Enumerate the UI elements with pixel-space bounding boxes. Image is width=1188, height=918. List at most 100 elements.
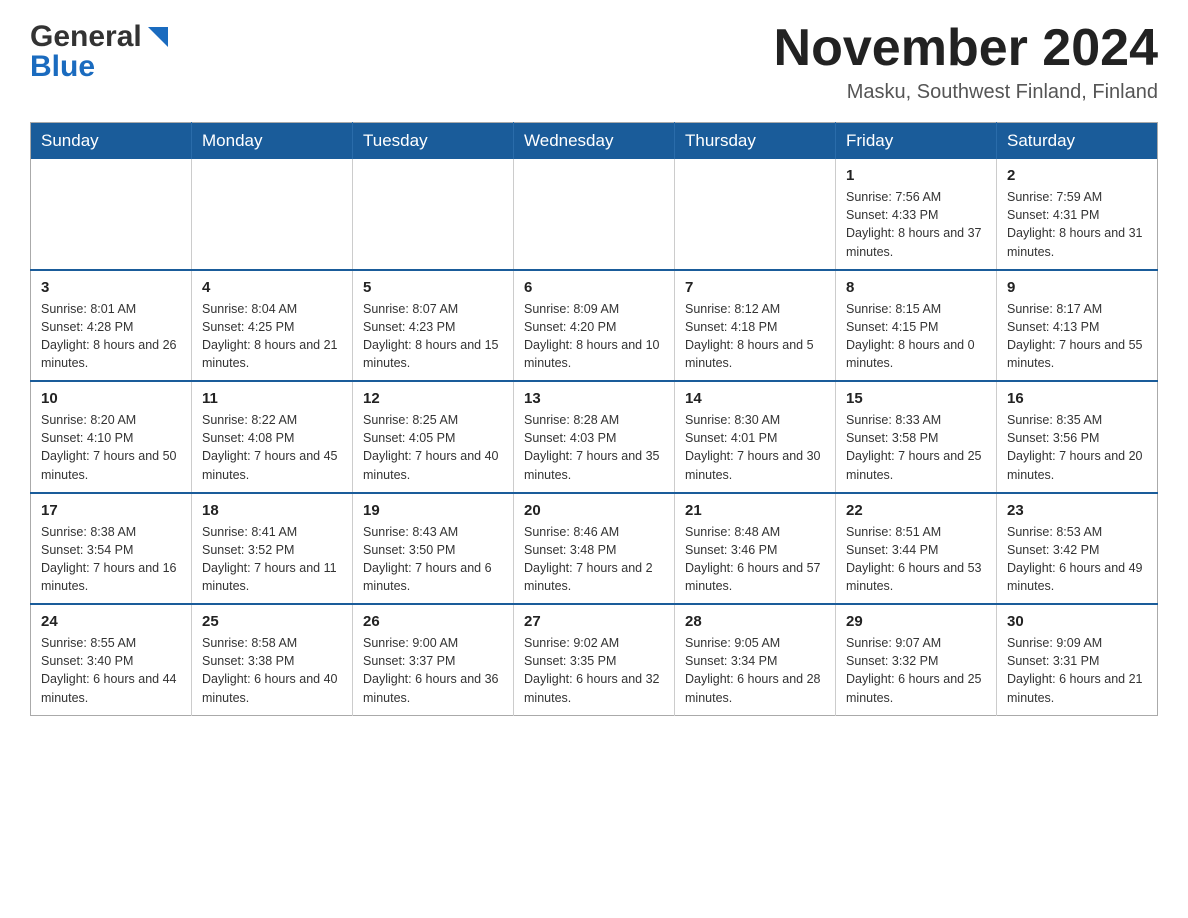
day-info: Sunrise: 9:05 AM Sunset: 3:34 PM Dayligh…: [685, 634, 825, 707]
calendar-cell: 21 Sunrise: 8:48 AM Sunset: 3:46 PM Dayli…: [675, 493, 836, 605]
day-number: 13: [524, 390, 664, 407]
day-number: 27: [524, 613, 664, 630]
month-title: November 2024: [774, 20, 1158, 77]
day-number: 29: [846, 613, 986, 630]
day-number: 4: [202, 279, 342, 296]
calendar-cell: 12 Sunrise: 8:25 AM Sunset: 4:05 PM Dayli…: [353, 381, 514, 493]
logo: General Blue: [30, 20, 172, 84]
calendar-cell: [514, 159, 675, 270]
calendar-table: SundayMondayTuesdayWednesdayThursdayFrid…: [30, 122, 1158, 716]
day-info: Sunrise: 8:20 AM Sunset: 4:10 PM Dayligh…: [41, 411, 181, 484]
calendar-cell: [353, 159, 514, 270]
calendar-week-row: 10 Sunrise: 8:20 AM Sunset: 4:10 PM Dayli…: [31, 381, 1158, 493]
day-info: Sunrise: 8:35 AM Sunset: 3:56 PM Dayligh…: [1007, 411, 1147, 484]
day-info: Sunrise: 8:09 AM Sunset: 4:20 PM Dayligh…: [524, 300, 664, 373]
calendar-cell: 5 Sunrise: 8:07 AM Sunset: 4:23 PM Daylig…: [353, 270, 514, 382]
day-info: Sunrise: 8:04 AM Sunset: 4:25 PM Dayligh…: [202, 300, 342, 373]
day-info: Sunrise: 8:25 AM Sunset: 4:05 PM Dayligh…: [363, 411, 503, 484]
calendar-cell: 25 Sunrise: 8:58 AM Sunset: 3:38 PM Dayli…: [192, 604, 353, 715]
calendar-cell: 3 Sunrise: 8:01 AM Sunset: 4:28 PM Daylig…: [31, 270, 192, 382]
calendar-week-row: 3 Sunrise: 8:01 AM Sunset: 4:28 PM Daylig…: [31, 270, 1158, 382]
calendar-cell: 16 Sunrise: 8:35 AM Sunset: 3:56 PM Dayli…: [997, 381, 1158, 493]
day-info: Sunrise: 9:09 AM Sunset: 3:31 PM Dayligh…: [1007, 634, 1147, 707]
day-info: Sunrise: 8:30 AM Sunset: 4:01 PM Dayligh…: [685, 411, 825, 484]
day-info: Sunrise: 8:38 AM Sunset: 3:54 PM Dayligh…: [41, 523, 181, 596]
calendar-cell: 13 Sunrise: 8:28 AM Sunset: 4:03 PM Dayli…: [514, 381, 675, 493]
day-number: 24: [41, 613, 181, 630]
day-number: 20: [524, 502, 664, 519]
day-number: 1: [846, 167, 986, 184]
day-info: Sunrise: 9:07 AM Sunset: 3:32 PM Dayligh…: [846, 634, 986, 707]
day-number: 8: [846, 279, 986, 296]
calendar-cell: 24 Sunrise: 8:55 AM Sunset: 3:40 PM Dayli…: [31, 604, 192, 715]
weekday-header-monday: Monday: [192, 123, 353, 160]
calendar-cell: 8 Sunrise: 8:15 AM Sunset: 4:15 PM Daylig…: [836, 270, 997, 382]
day-info: Sunrise: 8:53 AM Sunset: 3:42 PM Dayligh…: [1007, 523, 1147, 596]
calendar-cell: 18 Sunrise: 8:41 AM Sunset: 3:52 PM Dayli…: [192, 493, 353, 605]
day-number: 25: [202, 613, 342, 630]
day-info: Sunrise: 8:28 AM Sunset: 4:03 PM Dayligh…: [524, 411, 664, 484]
weekday-header-sunday: Sunday: [31, 123, 192, 160]
weekday-header-friday: Friday: [836, 123, 997, 160]
calendar-cell: 6Sunrise: 8:09 AM Sunset: 4:20 PM Daylig…: [514, 270, 675, 382]
calendar-cell: 27Sunrise: 9:02 AM Sunset: 3:35 PM Dayli…: [514, 604, 675, 715]
day-info: Sunrise: 7:59 AM Sunset: 4:31 PM Dayligh…: [1007, 188, 1147, 261]
day-info: Sunrise: 9:00 AM Sunset: 3:37 PM Dayligh…: [363, 634, 503, 707]
calendar-cell: 29 Sunrise: 9:07 AM Sunset: 3:32 PM Dayli…: [836, 604, 997, 715]
day-number: 26: [363, 613, 503, 630]
day-number: 21: [685, 502, 825, 519]
calendar-cell: [31, 159, 192, 270]
calendar-cell: 4 Sunrise: 8:04 AM Sunset: 4:25 PM Daylig…: [192, 270, 353, 382]
calendar-cell: 1Sunrise: 7:56 AM Sunset: 4:33 PM Daylig…: [836, 159, 997, 270]
day-info: Sunrise: 8:07 AM Sunset: 4:23 PM Dayligh…: [363, 300, 503, 373]
calendar-cell: 23 Sunrise: 8:53 AM Sunset: 3:42 PM Dayli…: [997, 493, 1158, 605]
day-info: Sunrise: 8:22 AM Sunset: 4:08 PM Dayligh…: [202, 411, 342, 484]
calendar-cell: 17Sunrise: 8:38 AM Sunset: 3:54 PM Dayli…: [31, 493, 192, 605]
day-number: 3: [41, 279, 181, 296]
day-info: Sunrise: 8:01 AM Sunset: 4:28 PM Dayligh…: [41, 300, 181, 373]
calendar-week-row: 24 Sunrise: 8:55 AM Sunset: 3:40 PM Dayli…: [31, 604, 1158, 715]
day-number: 11: [202, 390, 342, 407]
day-number: 18: [202, 502, 342, 519]
logo-blue: Blue: [30, 50, 95, 84]
day-info: Sunrise: 8:58 AM Sunset: 3:38 PM Dayligh…: [202, 634, 342, 707]
day-number: 2: [1007, 167, 1147, 184]
day-number: 19: [363, 502, 503, 519]
weekday-header-wednesday: Wednesday: [514, 123, 675, 160]
weekday-header-saturday: Saturday: [997, 123, 1158, 160]
day-number: 28: [685, 613, 825, 630]
day-info: Sunrise: 8:17 AM Sunset: 4:13 PM Dayligh…: [1007, 300, 1147, 373]
day-number: 23: [1007, 502, 1147, 519]
day-number: 5: [363, 279, 503, 296]
day-number: 9: [1007, 279, 1147, 296]
day-info: Sunrise: 8:43 AM Sunset: 3:50 PM Dayligh…: [363, 523, 503, 596]
weekday-header-tuesday: Tuesday: [353, 123, 514, 160]
calendar-cell: 10 Sunrise: 8:20 AM Sunset: 4:10 PM Dayli…: [31, 381, 192, 493]
day-number: 10: [41, 390, 181, 407]
calendar-cell: 19 Sunrise: 8:43 AM Sunset: 3:50 PM Dayli…: [353, 493, 514, 605]
day-info: Sunrise: 8:12 AM Sunset: 4:18 PM Dayligh…: [685, 300, 825, 373]
day-number: 15: [846, 390, 986, 407]
calendar-cell: 26 Sunrise: 9:00 AM Sunset: 3:37 PM Dayli…: [353, 604, 514, 715]
calendar-cell: 15Sunrise: 8:33 AM Sunset: 3:58 PM Dayli…: [836, 381, 997, 493]
day-number: 14: [685, 390, 825, 407]
day-info: Sunrise: 8:41 AM Sunset: 3:52 PM Dayligh…: [202, 523, 342, 596]
calendar-cell: [192, 159, 353, 270]
day-number: 16: [1007, 390, 1147, 407]
calendar-cell: 7 Sunrise: 8:12 AM Sunset: 4:18 PM Daylig…: [675, 270, 836, 382]
day-number: 12: [363, 390, 503, 407]
day-info: Sunrise: 8:55 AM Sunset: 3:40 PM Dayligh…: [41, 634, 181, 707]
calendar-cell: [675, 159, 836, 270]
day-number: 30: [1007, 613, 1147, 630]
day-info: Sunrise: 8:48 AM Sunset: 3:46 PM Dayligh…: [685, 523, 825, 596]
calendar-cell: 11 Sunrise: 8:22 AM Sunset: 4:08 PM Dayli…: [192, 381, 353, 493]
day-number: 7: [685, 279, 825, 296]
day-info: Sunrise: 8:15 AM Sunset: 4:15 PM Dayligh…: [846, 300, 986, 373]
weekday-header-thursday: Thursday: [675, 123, 836, 160]
calendar-header-row: SundayMondayTuesdayWednesdayThursdayFrid…: [31, 123, 1158, 160]
day-info: Sunrise: 8:46 AM Sunset: 3:48 PM Dayligh…: [524, 523, 664, 596]
day-info: Sunrise: 8:51 AM Sunset: 3:44 PM Dayligh…: [846, 523, 986, 596]
logo-triangle-icon: [144, 23, 172, 51]
calendar-cell: 22Sunrise: 8:51 AM Sunset: 3:44 PM Dayli…: [836, 493, 997, 605]
calendar-cell: 14 Sunrise: 8:30 AM Sunset: 4:01 PM Dayli…: [675, 381, 836, 493]
